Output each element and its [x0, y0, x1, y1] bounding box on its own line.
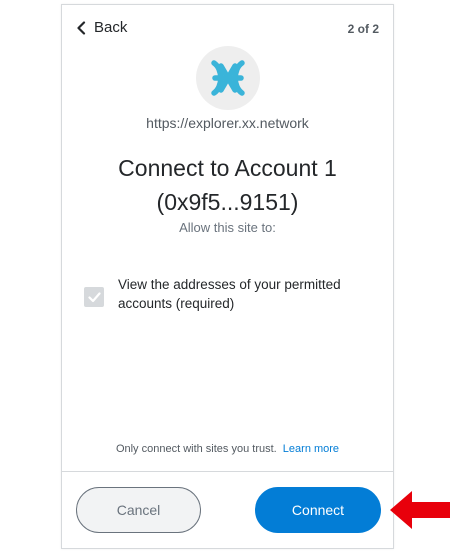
popup-header: Back 2 of 2 [62, 5, 393, 51]
connect-popup: Back 2 of 2 https://explorer.xx.network … [61, 4, 394, 549]
trust-note-text: Only connect with sites you trust. [115, 443, 277, 455]
cancel-button[interactable]: Cancel [76, 487, 201, 533]
trust-note: Only connect with sites you trust. Learn… [62, 443, 393, 455]
back-button[interactable]: Back [76, 19, 127, 36]
footer-divider [62, 471, 393, 472]
connect-title-address: (0x9f5...9151) [156, 189, 299, 215]
learn-more-link[interactable]: Learn more [283, 443, 339, 455]
check-icon [87, 291, 101, 302]
back-label: Back [94, 19, 128, 36]
connect-button[interactable]: Connect [255, 487, 381, 533]
permission-label: View the addresses of your permitted acc… [118, 277, 341, 311]
annotation-arrow-icon [388, 489, 452, 536]
permissions-subtitle: Allow this site to: [179, 220, 276, 235]
connect-title: Connect to Account 1 (0x9f5...9151) [62, 151, 393, 219]
connect-title-account: Connect to Account 1 [118, 155, 337, 181]
step-indicator: 2 of 2 [347, 22, 379, 36]
permission-item: View the addresses of your permitted acc… [84, 275, 374, 313]
xx-network-logo-icon [196, 46, 260, 110]
chevron-left-icon [76, 20, 86, 35]
permission-checkbox[interactable] [84, 287, 104, 307]
site-origin: https://explorer.xx.network [146, 115, 309, 131]
